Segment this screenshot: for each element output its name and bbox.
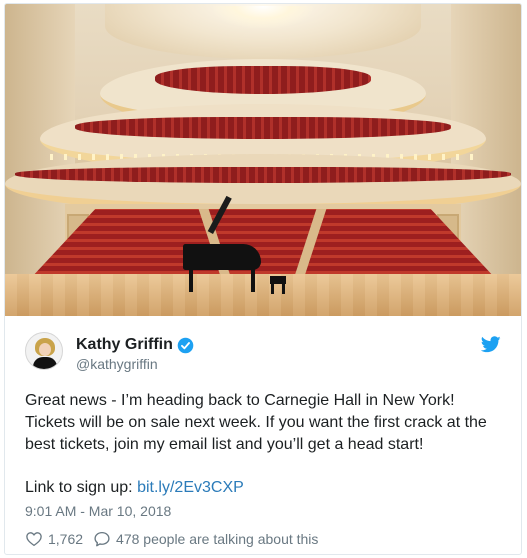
signup-link[interactable]: bit.ly/2Ev3CXP: [137, 479, 244, 496]
conversation-text: 478 people are talking about this: [116, 531, 319, 547]
tweet-card: Kathy Griffin @kathygriffin Great news -…: [4, 3, 522, 555]
like-count: 1,762: [48, 531, 84, 547]
conversation-link[interactable]: 478 people are talking about this: [93, 530, 318, 548]
link-prefix: Link to sign up:: [25, 479, 138, 496]
photo-piano-leg: [251, 268, 255, 292]
photo-grand-piano: [183, 244, 261, 270]
photo-lower-seats: [15, 167, 511, 183]
author-name-row: Kathy Griffin: [76, 335, 194, 355]
photo-stage-lighting: [5, 274, 521, 316]
tweet-text-paragraph: Great news - I’m heading back to Carnegi…: [25, 392, 487, 453]
tweet-photo-concert-hall[interactable]: [5, 4, 521, 316]
avatar[interactable]: [25, 332, 63, 370]
speech-bubble-icon: [94, 531, 110, 547]
author-handle[interactable]: @kathygriffin: [76, 356, 158, 372]
photo-middle-seats: [75, 117, 451, 139]
author-name[interactable]: Kathy Griffin: [76, 336, 173, 354]
tweet-timestamp[interactable]: 9:01 AM - Mar 10, 2018: [25, 503, 171, 519]
heart-icon: [26, 532, 42, 547]
photo-upper-seats: [155, 66, 371, 94]
verified-badge-icon: [177, 337, 194, 353]
tweet-link-line: Link to sign up: bit.ly/2Ev3CXP: [25, 477, 244, 499]
photo-orchestra-seats: [30, 209, 496, 279]
tweet-text: Great news - I’m heading back to Carnegi…: [25, 390, 503, 456]
avatar-body: [33, 357, 57, 369]
twitter-bird-icon[interactable]: [481, 336, 501, 353]
photo-bench-leg: [271, 282, 274, 294]
like-button[interactable]: 1,762: [25, 530, 83, 548]
tweet-header: Kathy Griffin @kathygriffin: [25, 332, 503, 376]
photo-ceiling-light: [213, 6, 313, 28]
avatar-face: [39, 343, 51, 356]
photo-bench-leg: [282, 282, 285, 294]
photo-piano-leg: [189, 268, 193, 292]
tweet-actions: 1,762 478 people are talking about this: [25, 528, 318, 550]
